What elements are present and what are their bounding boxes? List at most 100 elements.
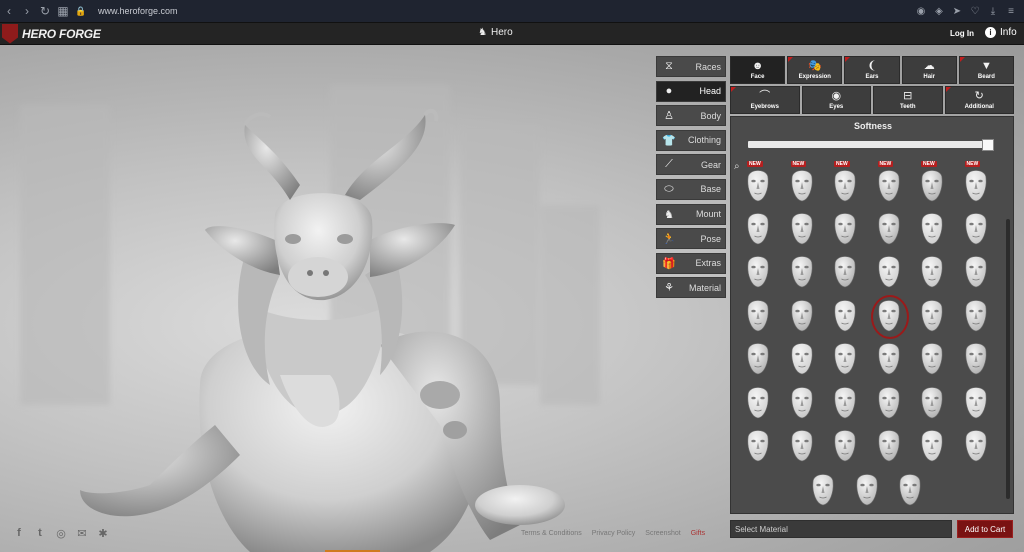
head-option[interactable]	[957, 338, 995, 378]
footer-links: Terms & Conditions Privacy Policy Screen…	[521, 530, 705, 537]
menu-item-base[interactable]: ⬭ Base	[656, 178, 726, 200]
head-option[interactable]	[783, 208, 821, 248]
tab-beard[interactable]: ▼ Beard	[958, 56, 1015, 84]
head-option[interactable]: NEW	[870, 161, 908, 205]
menu-item-head[interactable]: ● Head	[656, 80, 726, 102]
head-option[interactable]	[826, 338, 864, 378]
info-button[interactable]: i Info	[985, 27, 1017, 38]
add-to-cart-button[interactable]: Add to Cart	[957, 520, 1013, 538]
send-icon[interactable]: ➤	[950, 4, 964, 18]
gifts-link[interactable]: Gifts	[691, 530, 705, 537]
heart-icon[interactable]: ♡	[968, 4, 982, 18]
tab-teeth[interactable]: ⊟ Teeth	[873, 86, 943, 114]
head-option[interactable]	[783, 338, 821, 378]
menu-item-extras[interactable]: 🎁 Extras	[656, 252, 726, 274]
terms-link[interactable]: Terms & Conditions	[521, 530, 582, 537]
softness-slider[interactable]	[748, 141, 994, 148]
head-option[interactable]	[826, 251, 864, 291]
instagram-icon[interactable]: ◎	[55, 527, 67, 540]
tab-ears[interactable]: ❨ Ears	[844, 56, 900, 84]
head-option[interactable]	[870, 382, 908, 422]
head-option[interactable]	[957, 295, 995, 335]
head-option[interactable]	[957, 208, 995, 248]
twitter-icon[interactable]: t	[34, 527, 46, 539]
head-option[interactable]: NEW	[957, 161, 995, 205]
head-option[interactable]	[739, 382, 777, 422]
menu-item-body[interactable]: ♙ Body	[656, 105, 726, 127]
tab-additional[interactable]: ↻ Additional	[944, 86, 1014, 114]
material-icon: ⚘	[664, 282, 674, 295]
softness-slider-thumb[interactable]	[982, 139, 994, 151]
facebook-icon[interactable]: f	[13, 527, 25, 539]
privacy-link[interactable]: Privacy Policy	[592, 530, 636, 537]
head-option[interactable]	[957, 251, 995, 291]
bug-icon[interactable]: ✱	[97, 527, 109, 540]
head-option[interactable]	[783, 382, 821, 422]
tab-hair[interactable]: ☁ Hair	[901, 56, 957, 84]
head-option[interactable]	[826, 425, 864, 465]
head-option[interactable]: NEW	[739, 161, 777, 205]
material-select[interactable]: Select Material	[730, 520, 952, 538]
tab-expression[interactable]: 🎭 Expression	[787, 56, 843, 84]
tab-row-1: ☻ Face 🎭 Expression ❨ Ears ☁ Hair ▼ Bear…	[730, 56, 1015, 84]
head-option[interactable]	[870, 295, 909, 339]
head-option[interactable]	[804, 469, 842, 509]
head-option[interactable]	[870, 251, 908, 291]
tabs-grid-icon[interactable]: ▦	[54, 2, 72, 20]
head-option[interactable]	[826, 208, 864, 248]
new-badge: NEW	[834, 161, 850, 167]
head-option[interactable]	[783, 425, 821, 465]
menu-item-pose[interactable]: 🏃 Pose	[656, 228, 726, 250]
head-option[interactable]	[870, 338, 908, 378]
head-option[interactable]	[826, 382, 864, 422]
head-option[interactable]	[957, 425, 995, 465]
head-option[interactable]	[870, 208, 908, 248]
head-option[interactable]	[957, 382, 995, 422]
menu-item-mount[interactable]: ♞ Mount	[656, 203, 726, 225]
menu-item-clothing[interactable]: 👕 Clothing	[656, 129, 726, 151]
tab-face[interactable]: ☻ Face	[730, 56, 786, 84]
head-option[interactable]	[913, 251, 951, 291]
hero-miniature[interactable]	[0, 45, 660, 552]
scrollbar[interactable]	[1006, 219, 1010, 499]
head-option[interactable]	[783, 251, 821, 291]
download-icon[interactable]: ⤓	[986, 4, 1000, 18]
back-icon[interactable]: ‹	[0, 2, 18, 20]
reload-icon[interactable]: ↻	[36, 2, 54, 20]
chess-piece-icon: ♞	[478, 27, 487, 38]
camera-icon[interactable]: ◉	[914, 4, 928, 18]
address-bar[interactable]: www.heroforge.com	[98, 6, 178, 16]
head-option[interactable]	[739, 208, 777, 248]
head-option[interactable]	[891, 469, 929, 509]
shield-icon[interactable]: ◈	[932, 4, 946, 18]
head-option[interactable]	[783, 295, 821, 335]
head-option[interactable]	[870, 425, 908, 465]
screenshot-link[interactable]: Screenshot	[645, 530, 680, 537]
hero-title[interactable]: ♞ Hero	[478, 27, 513, 38]
head-option[interactable]: NEW	[913, 161, 951, 205]
menu-item-gear[interactable]: ⟋ Gear	[656, 154, 726, 176]
head-option[interactable]: NEW	[783, 161, 821, 205]
head-option[interactable]	[826, 295, 864, 335]
head-option[interactable]	[913, 425, 951, 465]
logo-text: HERO FORGE	[22, 26, 101, 41]
head-option[interactable]	[739, 251, 777, 291]
menu-item-races[interactable]: ⧖ Races	[656, 56, 726, 77]
head-option[interactable]	[913, 382, 951, 422]
head-option[interactable]	[913, 338, 951, 378]
head-option[interactable]: NEW	[826, 161, 864, 205]
head-option[interactable]	[739, 338, 777, 378]
head-option[interactable]	[913, 208, 951, 248]
head-option[interactable]	[913, 295, 951, 335]
logo[interactable]: HERO FORGE	[0, 23, 101, 45]
head-option[interactable]	[848, 469, 886, 509]
mail-icon[interactable]: ✉	[76, 527, 88, 540]
head-option[interactable]	[739, 295, 777, 335]
login-link[interactable]: Log In	[950, 29, 974, 38]
tab-eyebrows[interactable]: ⌒ Eyebrows	[730, 86, 800, 114]
tab-eyes[interactable]: ◉ Eyes	[801, 86, 871, 114]
menu-icon[interactable]: ≡	[1004, 4, 1018, 18]
menu-item-material[interactable]: ⚘ Material	[656, 277, 726, 299]
head-option[interactable]	[739, 425, 777, 465]
forward-icon[interactable]: ›	[18, 2, 36, 20]
